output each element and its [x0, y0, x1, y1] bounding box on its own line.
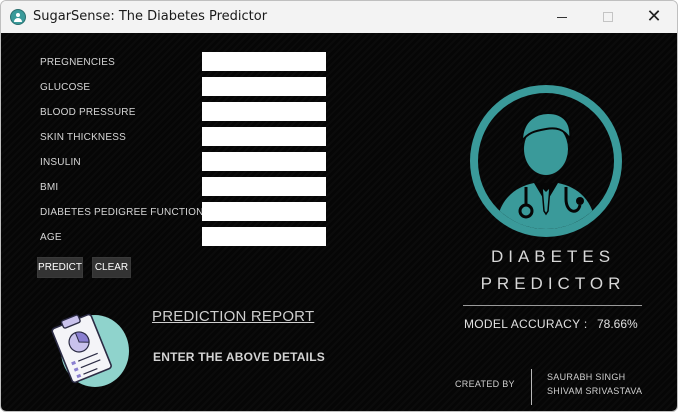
prediction-report-link[interactable]: PREDICTION REPORT [152, 308, 314, 325]
bmi-label: BMI [40, 182, 59, 193]
glucose-input[interactable] [202, 77, 326, 96]
age-input[interactable] [202, 227, 326, 246]
skin-thickness-input[interactable] [202, 127, 326, 146]
age-label: AGE [40, 232, 62, 243]
model-accuracy-label: MODEL ACCURACY : [464, 317, 588, 331]
pregnancies-input[interactable] [202, 52, 326, 71]
clear-button[interactable]: CLEAR [92, 257, 131, 278]
window-title: SugarSense: The Diabetes Predictor [33, 9, 268, 24]
title-bar[interactable]: SugarSense: The Diabetes Predictor ✕ [1, 1, 677, 33]
model-accuracy-value: 78.66% [597, 317, 638, 331]
brand-divider [463, 305, 642, 306]
app-content: PREGNENCIES GLUCOSE BLOOD PRESSURE SKIN … [1, 33, 677, 411]
clipboard-chart-icon [51, 313, 129, 387]
glucose-label: GLUCOSE [40, 82, 91, 93]
app-window: SugarSense: The Diabetes Predictor ✕ PRE… [0, 0, 678, 412]
blood-pressure-label: BLOOD PRESSURE [40, 107, 136, 118]
credits-divider [531, 369, 532, 405]
maximize-icon [603, 12, 613, 22]
predict-button[interactable]: PREDICT [37, 257, 83, 278]
maximize-button[interactable] [585, 1, 631, 33]
brand-title-line1: DIABETES [490, 247, 616, 266]
diabetes-pedigree-label: DIABETES PEDIGREE FUNCTION [40, 207, 204, 218]
doctor-icon [10, 9, 26, 25]
minimize-button[interactable] [539, 1, 585, 33]
created-by-label: CREATED BY [455, 379, 515, 389]
insulin-input[interactable] [202, 152, 326, 171]
insulin-label: INSULIN [40, 157, 81, 168]
brand-title-line2: PREDICTOR [480, 274, 626, 293]
close-icon: ✕ [646, 6, 662, 27]
skin-thickness-label: SKIN THICKNESS [40, 132, 126, 143]
close-button[interactable]: ✕ [631, 1, 677, 33]
author-name: SAURABH SINGH [547, 372, 626, 382]
diabetes-pedigree-input[interactable] [202, 202, 326, 221]
blood-pressure-input[interactable] [202, 102, 326, 121]
author-name: SHIVAM SRIVASTAVA [547, 386, 643, 396]
doctor-stethoscope-icon [470, 85, 622, 237]
pregnancies-label: PREGNENCIES [40, 57, 115, 68]
prediction-result-text: ENTER THE ABOVE DETAILS [153, 350, 325, 364]
minimize-icon [557, 16, 567, 18]
bmi-input[interactable] [202, 177, 326, 196]
